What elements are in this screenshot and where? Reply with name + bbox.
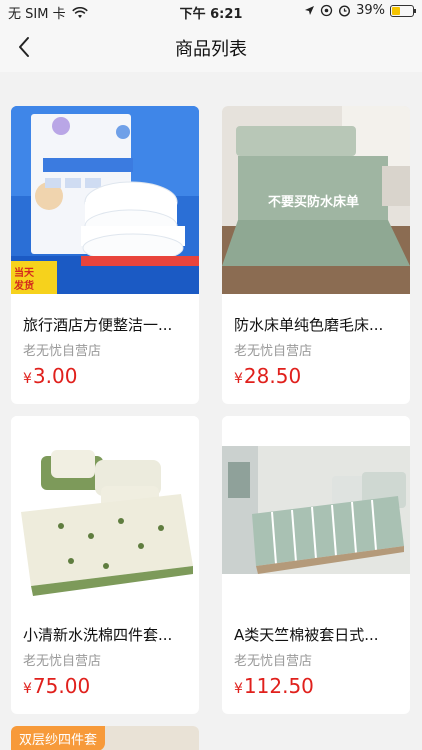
product-name: 旅行酒店方便整洁一... (23, 316, 173, 334)
striped-duvet-image (222, 416, 410, 604)
product-name: A类天竺棉被套日式... (234, 626, 379, 644)
price-value: 112.50 (243, 674, 314, 698)
shop-name: 老无忧自营店 (23, 654, 102, 669)
currency-symbol: ¥ (23, 371, 32, 387)
page-title: 商品列表 (175, 39, 247, 60)
battery-icon (390, 4, 416, 17)
product-name: 小清新水洗棉四件套... (23, 626, 173, 644)
svg-text:当天: 当天 (14, 266, 35, 279)
product-card[interactable]: 小清新水洗棉四件套... 老无忧自营店 ¥75.00 (11, 416, 199, 714)
product-price: ¥28.50 (234, 364, 301, 388)
currency-symbol: ¥ (234, 371, 243, 387)
shop-name: 老无忧自营店 (234, 654, 313, 669)
alarm-icon (339, 5, 351, 17)
product-card[interactable]: 双层纱四件套 (11, 726, 199, 750)
navigation-bar: 商品列表 (0, 22, 422, 72)
currency-symbol: ¥ (23, 681, 32, 697)
orientation-lock-icon (320, 4, 333, 17)
svg-text:不要买防水床单: 不要买防水床单 (268, 194, 359, 210)
price-value: 75.00 (32, 674, 91, 698)
product-price: ¥112.50 (234, 674, 314, 698)
shop-name: 老无忧自营店 (23, 344, 102, 359)
product-image: 不要买防水床单 (222, 106, 410, 294)
product-image (222, 416, 410, 604)
product-card[interactable]: 当天 发货 旅行酒店方便整洁一... 老无忧自营店 ¥3.00 (11, 106, 199, 404)
product-tag: 双层纱四件套 (11, 726, 106, 750)
price-value: 28.50 (243, 364, 302, 388)
price-value: 3.00 (32, 364, 78, 388)
product-name: 防水床单纯色磨毛床... (234, 316, 384, 334)
product-image (11, 416, 199, 604)
disposable-sheet-image: 当天 发货 (11, 106, 199, 294)
product-card[interactable]: 不要买防水床单 防水床单纯色磨毛床... 老无忧自营店 ¥28.50 (222, 106, 410, 404)
battery-fill (392, 6, 400, 15)
status-right: 39% (304, 3, 416, 18)
status-bar: 无 SIM 卡 下午 6:21 39% (0, 0, 422, 22)
battery-percent: 39% (356, 3, 385, 18)
waterproof-sheet-image: 不要买防水床单 (222, 106, 410, 294)
shop-name: 老无忧自营店 (234, 344, 313, 359)
floral-bedding-image (11, 416, 199, 604)
product-card[interactable]: A类天竺棉被套日式... 老无忧自营店 ¥112.50 (222, 416, 410, 714)
svg-text:发货: 发货 (13, 279, 34, 292)
product-price: ¥3.00 (23, 364, 77, 388)
location-arrow-icon (305, 6, 315, 15)
currency-symbol: ¥ (234, 681, 243, 697)
product-image: 当天 发货 (11, 106, 199, 294)
product-price: ¥75.00 (23, 674, 90, 698)
